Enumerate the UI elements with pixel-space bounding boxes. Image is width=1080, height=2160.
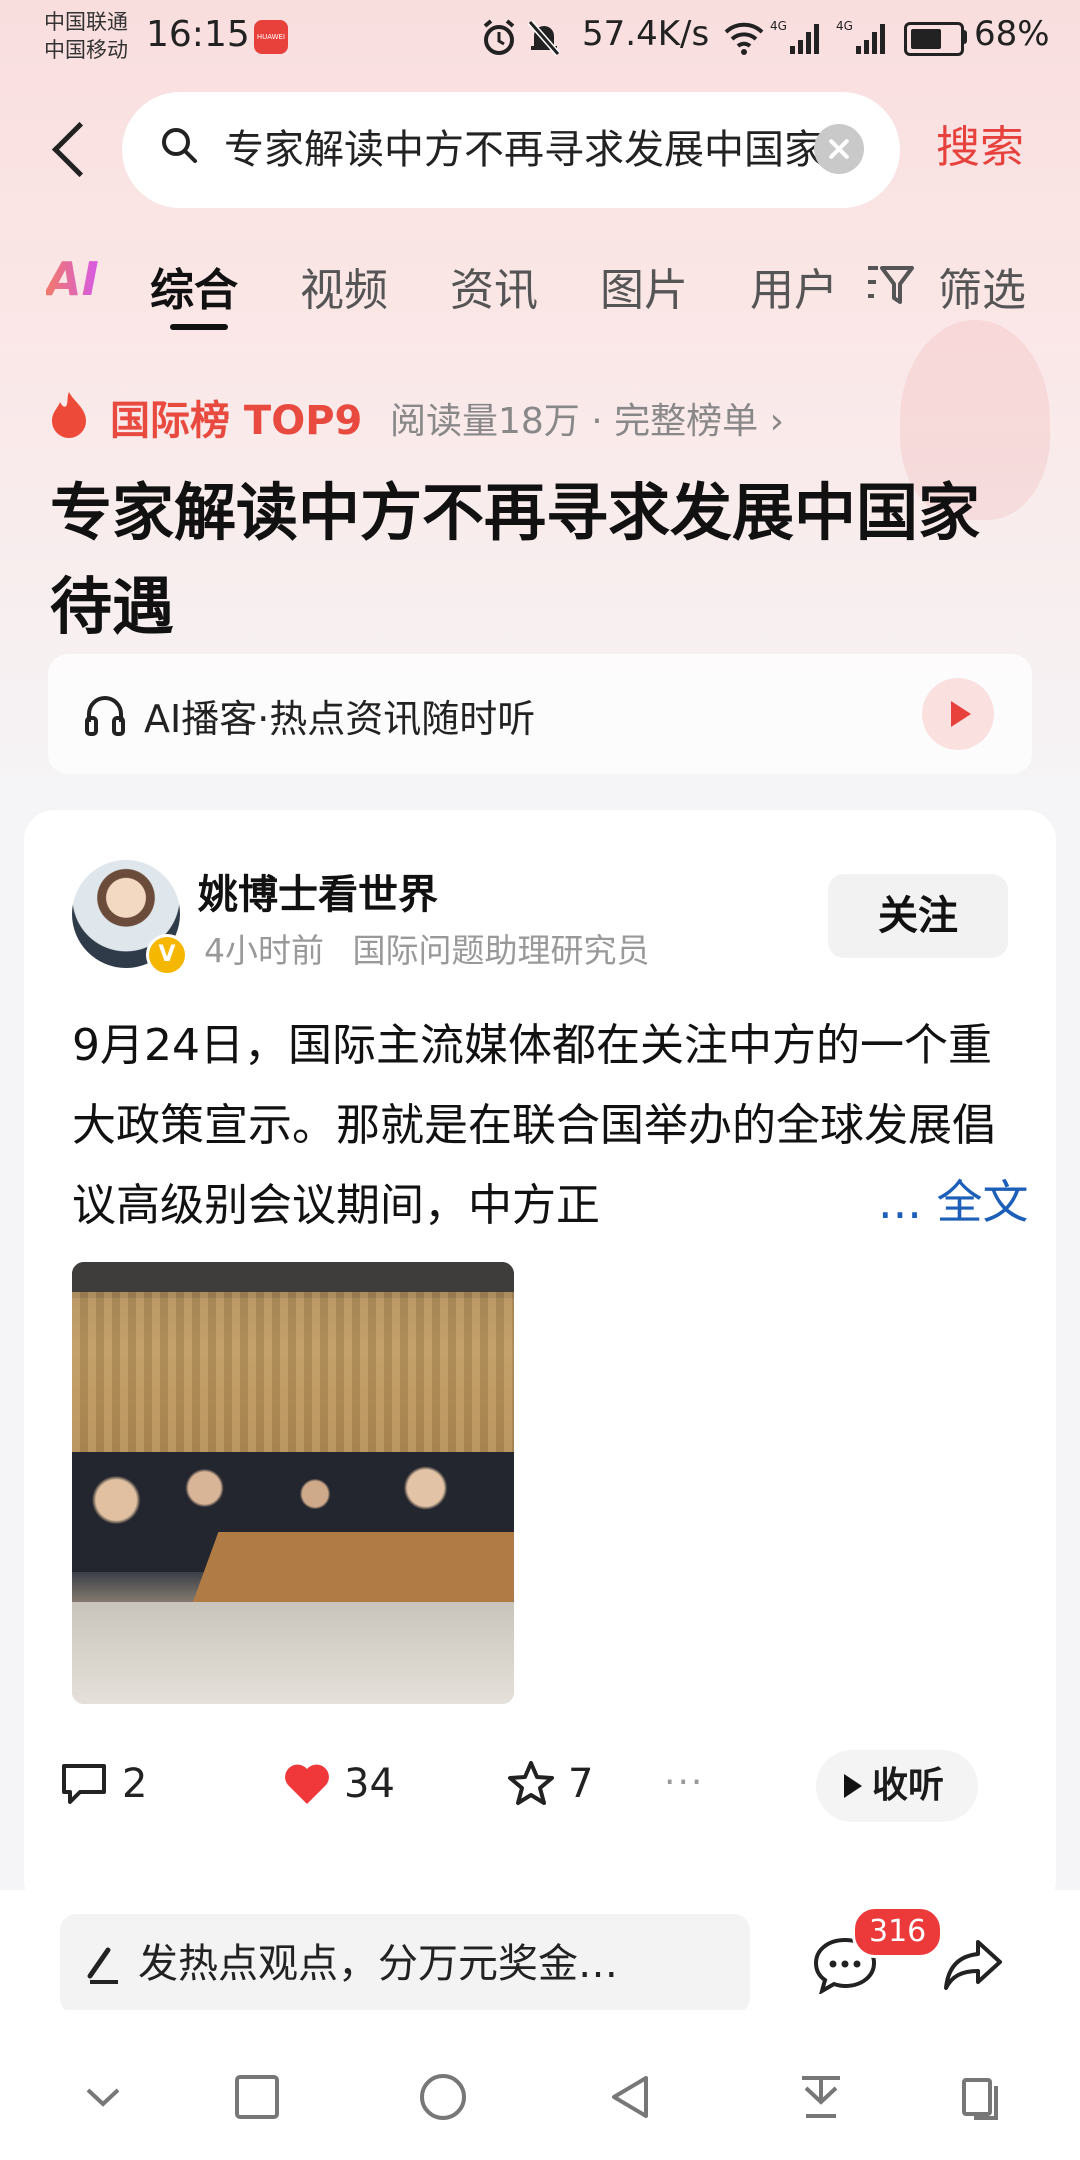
rank-label: 国际榜 TOP9 [110,398,363,444]
opinion-composer[interactable]: 发热点观点，分万元奖金… [60,1914,750,2014]
full-text-link[interactable]: ... 全文 [864,1166,1029,1232]
author-role: 国际问题助理研究员 [352,931,650,970]
listen-label: 收听 [872,1765,945,1806]
pen-icon [87,1947,118,1984]
mute-bell-icon [527,20,561,56]
filter-button[interactable]: 筛选 [938,254,1026,318]
dual-window-icon[interactable] [958,2072,1008,2122]
signal-4g-icon-2: 4G [836,19,885,54]
more-options-icon[interactable]: ··· [664,1762,704,1803]
ai-podcast-bar[interactable]: AI播客·热点资讯随时听 [48,654,1032,774]
headphone-icon [85,696,125,736]
system-navigation-bar [0,2010,1080,2160]
tab-users[interactable]: 用户 [750,254,838,318]
net-speed: 57.4K/s [582,14,710,54]
share-icon[interactable] [942,1936,1004,1992]
photo-floor [72,1602,514,1704]
search-input[interactable]: 专家解读中方不再寻求发展中国家待遇 [224,120,824,180]
heart-icon [285,1764,329,1804]
home-icon[interactable] [418,2072,468,2122]
result-tabs: AI 综合 视频 资讯 图片 用户 筛选 [0,250,1080,340]
svg-text:4G: 4G [770,19,787,33]
post-image[interactable] [72,1262,514,1704]
tab-images[interactable]: 图片 [600,254,688,318]
search-icon [162,128,197,163]
tab-comprehensive[interactable]: 综合 [150,254,238,318]
tab-news[interactable]: 资讯 [450,254,538,318]
comment-icon [62,1764,106,1804]
carrier-2: 中国移动 [44,38,128,62]
status-bar: 中国联通 中国移动 16:15 HUAWEI 57.4K/s 4G 4G 68% [0,0,1080,80]
battery-tip [962,30,967,44]
star-count: 7 [568,1761,594,1807]
comment-count-badge: 316 [852,1906,944,1958]
post-time: 4小时前 [204,931,324,970]
photo-wall [72,1292,514,1452]
filter-icon[interactable] [866,262,914,306]
comment-count: 2 [122,1761,148,1807]
author-name[interactable]: 姚博士看世界 [198,862,438,920]
battery-percent: 68% [974,14,1050,54]
wifi-icon [724,22,764,55]
search-box[interactable]: 专家解读中方不再寻求发展中国家待遇 [122,92,900,208]
flame-icon [52,392,86,438]
rank-meta[interactable]: 阅读量18万 · 完整榜单 › [390,392,784,444]
like-count: 34 [344,1761,395,1807]
play-button[interactable] [922,678,994,750]
play-icon [844,1774,862,1798]
svg-text:4G: 4G [836,19,853,33]
follow-button[interactable]: 关注 [828,874,1008,958]
active-tab-indicator [170,324,228,330]
podcast-label: AI播客·热点资讯随时听 [144,697,536,741]
hot-rank-row[interactable]: 国际榜 TOP9 阅读量18万 · 完整榜单 › [50,384,1050,444]
listen-button[interactable]: 收听 [816,1750,978,1822]
battery-icon [904,22,964,56]
signal-4g-icon: 4G [770,19,819,54]
bottom-bar: 发热点观点，分万元奖金… 316 [0,1890,1080,2014]
post-card: V 姚博士看世界 4小时前 国际问题助理研究员 关注 9月24日，国际主流媒体都… [24,810,1056,1910]
post-actions: 2 34 7 ··· 收听 [24,1734,1056,1834]
star-icon [508,1761,554,1805]
carrier-info: 中国联通 中国移动 [44,8,128,64]
composer-placeholder: 发热点观点，分万元奖金… [138,1941,618,1987]
topic-headline: 专家解读中方不再寻求发展中国家待遇 [50,476,981,643]
search-submit-button[interactable]: 搜索 [936,118,1024,178]
chevron-down-icon[interactable] [78,2072,128,2122]
huawei-app-icon: HUAWEI [254,20,288,54]
tab-ai[interactable]: AI [46,252,99,306]
author-meta: 4小时前 国际问题助理研究员 [204,924,650,972]
carrier-1: 中国联通 [44,10,128,34]
verified-badge-icon: V [146,934,188,976]
alarm-icon [483,19,515,55]
back-button[interactable] [46,110,96,190]
tab-video[interactable]: 视频 [300,254,388,318]
clock: 16:15 [146,14,250,55]
clear-search-button[interactable] [814,124,864,174]
back-nav-icon[interactable] [606,2072,656,2122]
notification-pulldown-icon[interactable] [796,2072,846,2122]
recent-apps-icon[interactable] [232,2072,282,2122]
